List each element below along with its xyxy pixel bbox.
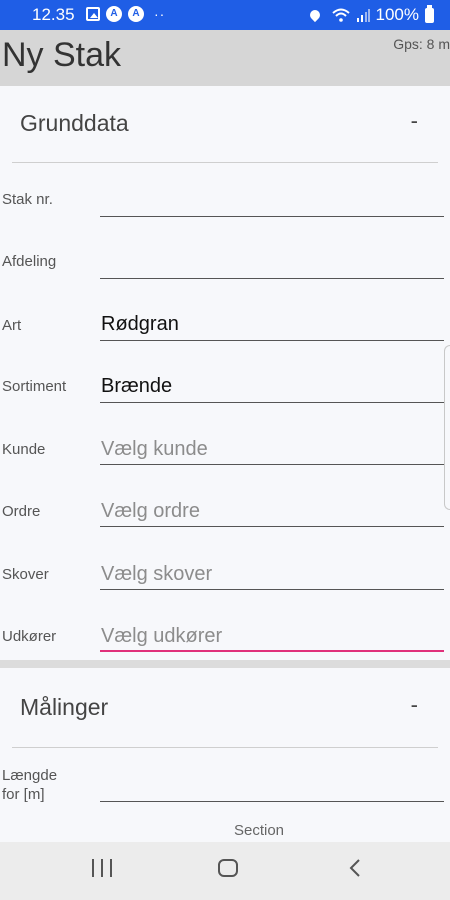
- status-bar: 12.35 A A ·· 100%: [0, 0, 450, 30]
- form-row-sortiment: Sortiment: [0, 371, 450, 433]
- recents-icon[interactable]: [92, 859, 112, 877]
- gps-accuracy: Gps: 8 m: [393, 36, 450, 52]
- field-label: Afdeling: [2, 253, 57, 270]
- form-row-kunde: Kunde Vælg kunde: [0, 433, 450, 495]
- stak-nr-input[interactable]: [100, 185, 444, 217]
- form-row-afdeling: Afdeling: [0, 247, 450, 309]
- form-row-art: Art: [0, 309, 450, 371]
- section-title: Målinger: [20, 694, 109, 720]
- laengde-input[interactable]: [100, 770, 444, 802]
- scroll-indicator[interactable]: [444, 345, 450, 510]
- back-icon[interactable]: [348, 859, 362, 877]
- section-title: Grunddata: [20, 110, 129, 136]
- wifi-icon: [331, 8, 350, 22]
- collapse-toggle[interactable]: -: [411, 108, 418, 134]
- page-title: Ny Stak: [2, 36, 122, 74]
- field-label: Ordre: [2, 503, 41, 520]
- status-time: 12.35: [32, 5, 75, 24]
- app-header: Ny Stak Gps: 8 m: [0, 30, 450, 86]
- home-icon[interactable]: [218, 859, 238, 877]
- location-icon: [307, 7, 322, 23]
- image-icon: [86, 7, 100, 21]
- form-row-stak-nr: Stak nr.: [0, 185, 450, 247]
- field-label: Sortiment: [2, 378, 67, 395]
- form-row-laengde: Længde for [m]: [0, 766, 450, 828]
- kunde-picker[interactable]: Vælg kunde: [100, 433, 444, 465]
- form-row-skover: Skover Vælg skover: [0, 558, 450, 620]
- ordre-picker[interactable]: Vælg ordre: [100, 495, 444, 527]
- field-label-line: Længde: [2, 767, 58, 784]
- skover-picker[interactable]: Vælg skover: [100, 558, 444, 590]
- art-input[interactable]: [100, 309, 444, 341]
- battery-icon: [425, 4, 434, 23]
- afdeling-input[interactable]: [100, 247, 444, 279]
- more-dots-icon: ··: [154, 6, 166, 22]
- field-label: Længde for [m]: [2, 766, 57, 804]
- field-label: Udkører: [2, 628, 57, 645]
- field-label: Art: [2, 317, 22, 334]
- battery-percent: 100%: [375, 5, 419, 24]
- divider: [12, 162, 438, 163]
- signal-icon: [356, 9, 370, 22]
- system-nav-bar: [0, 842, 450, 900]
- field-label: Kunde: [2, 441, 46, 458]
- field-label-line: for [m]: [2, 786, 45, 803]
- section-header-grunddata[interactable]: Grunddata -: [0, 86, 450, 162]
- sortiment-input[interactable]: [100, 371, 444, 403]
- field-label: Stak nr.: [2, 191, 53, 208]
- section-picker-label[interactable]: Section: [0, 822, 450, 839]
- field-label: Skover: [2, 566, 49, 583]
- app-icon: A: [106, 6, 122, 22]
- collapse-toggle[interactable]: -: [411, 692, 418, 718]
- udkorer-picker[interactable]: Vælg udkører: [100, 620, 444, 652]
- app-icon: A: [128, 6, 144, 22]
- form-row-ordre: Ordre Vælg ordre: [0, 495, 450, 557]
- section-separator: [0, 660, 450, 668]
- section-header-maalinger[interactable]: Målinger -: [0, 670, 450, 746]
- divider: [12, 747, 438, 748]
